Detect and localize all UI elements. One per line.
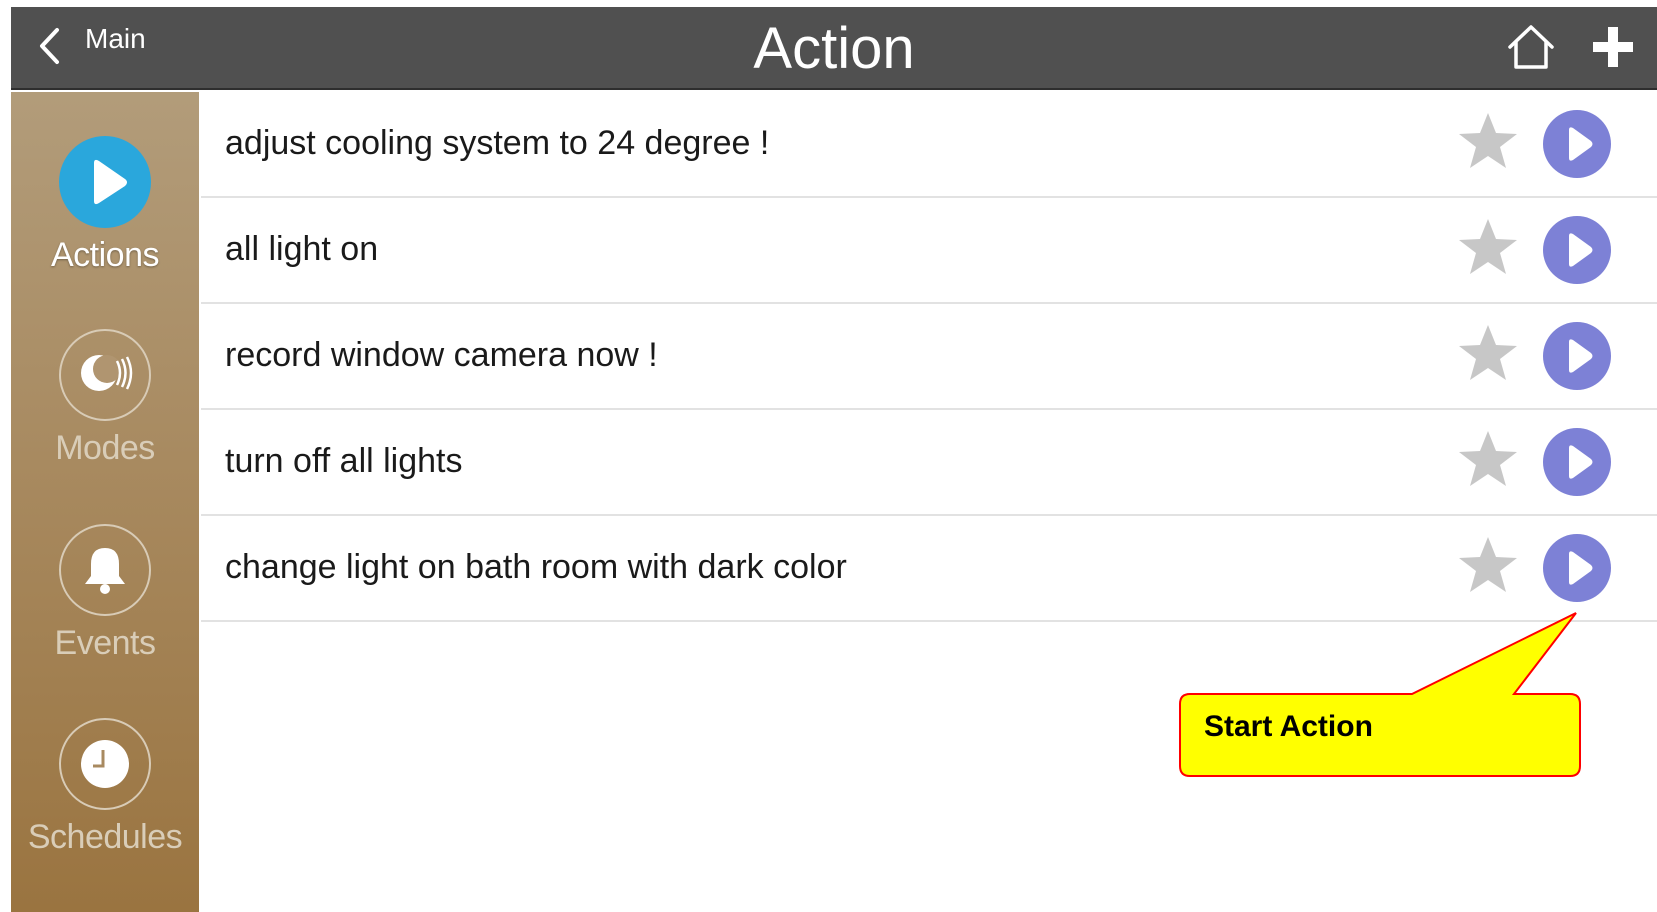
list-item[interactable]: change light on bath room with dark colo…: [201, 516, 1657, 622]
favorite-button[interactable]: [1456, 216, 1520, 285]
start-action-button[interactable]: [1543, 110, 1611, 178]
home-icon: [1508, 25, 1554, 69]
favorite-button[interactable]: [1456, 534, 1520, 603]
star-icon: [1459, 219, 1517, 274]
action-label: all light on: [225, 230, 379, 268]
star-icon: [1459, 431, 1517, 486]
action-label: turn off all lights: [225, 442, 463, 480]
bell-icon: [85, 548, 125, 594]
app-window: Main Action Actions Modes Events Schedul…: [11, 7, 1657, 912]
action-label: change light on bath room with dark colo…: [225, 548, 847, 586]
star-icon: [1459, 113, 1517, 168]
sidebar-item-label: Schedules: [27, 818, 183, 856]
plus-icon: [1593, 27, 1633, 67]
play-circle-icon: [1569, 233, 1593, 267]
actions-circle: [59, 136, 151, 228]
favorite-button[interactable]: [1456, 428, 1520, 497]
modes-circle: [59, 329, 151, 421]
star-icon: [1459, 537, 1517, 592]
start-action-button[interactable]: [1543, 534, 1611, 602]
play-circle-icon: [1569, 551, 1593, 585]
list-item[interactable]: turn off all lights: [201, 410, 1657, 516]
action-label: adjust cooling system to 24 degree !: [225, 124, 770, 162]
sidebar-item-schedules[interactable]: Schedules: [11, 718, 199, 857]
play-circle-icon: [1569, 339, 1593, 373]
sidebar-item-label: Modes: [55, 429, 155, 467]
list-item[interactable]: all light on: [201, 198, 1657, 304]
page-title: Action: [753, 16, 915, 81]
play-circle-icon: [1569, 445, 1593, 479]
sidebar-item-modes[interactable]: Modes: [11, 329, 199, 468]
add-button[interactable]: [1589, 23, 1637, 76]
list-item[interactable]: adjust cooling system to 24 degree !: [201, 92, 1657, 198]
events-circle: [59, 524, 151, 616]
play-icon: [94, 159, 127, 205]
list-item[interactable]: record window camera now !: [201, 304, 1657, 410]
action-label: record window camera now !: [225, 336, 658, 374]
start-action-button[interactable]: [1543, 216, 1611, 284]
sidebar: Actions Modes Events Schedules: [11, 92, 199, 912]
clock-icon: [81, 740, 129, 788]
star-icon: [1459, 325, 1517, 380]
callout-label: Start Action: [1204, 710, 1373, 743]
favorite-button[interactable]: [1456, 110, 1520, 179]
moon-icon: [81, 355, 133, 391]
sidebar-item-label: Events: [54, 624, 156, 662]
sidebar-item-label: Actions: [51, 236, 160, 274]
sidebar-item-events[interactable]: Events: [11, 524, 199, 663]
sidebar-item-actions[interactable]: Actions: [11, 136, 199, 275]
play-circle-icon: [1569, 127, 1593, 161]
start-action-button[interactable]: [1543, 428, 1611, 496]
action-list: adjust cooling system to 24 degree ! all…: [201, 92, 1657, 622]
favorite-button[interactable]: [1456, 322, 1520, 391]
home-button[interactable]: [1506, 23, 1556, 76]
schedules-circle: [59, 718, 151, 810]
start-action-button[interactable]: [1543, 322, 1611, 390]
top-bar: Main Action: [11, 7, 1657, 90]
